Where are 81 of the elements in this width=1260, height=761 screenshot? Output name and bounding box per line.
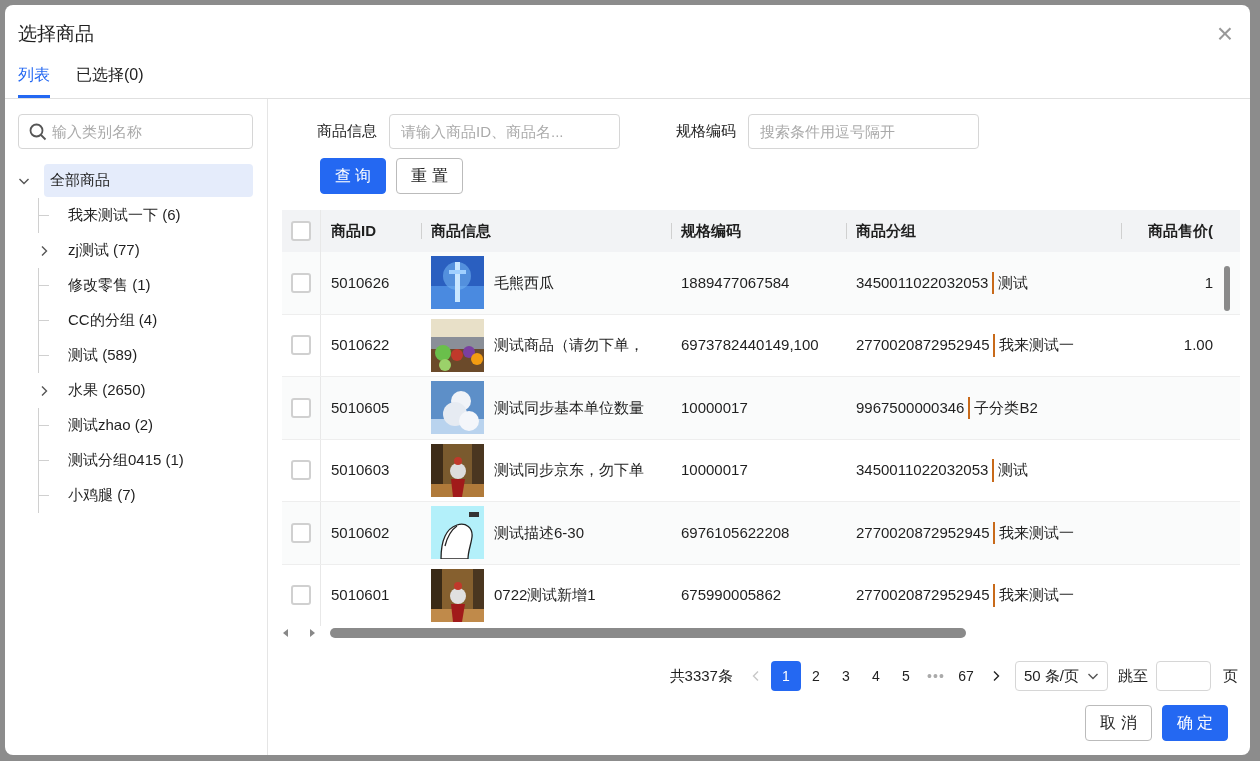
jump-label: 跳至 — [1118, 665, 1148, 686]
primary-button[interactable]: 确 定 — [1161, 705, 1228, 741]
scroll-right-icon[interactable] — [308, 628, 316, 639]
table-cell-text: 3450011022032053 — [856, 460, 989, 480]
default-button[interactable]: 重 置 — [396, 158, 463, 194]
table-cell: 我来测试一 — [993, 334, 1075, 357]
default-button[interactable]: 取 消 — [1085, 705, 1152, 741]
category-search-field[interactable]: 输入类别名称 — [18, 114, 253, 149]
table-cell-text: 测试同步基本单位数量 — [494, 397, 644, 418]
filter-label: 商品信息 — [317, 121, 377, 142]
table-cell-text: 5010626 — [331, 272, 390, 293]
table-cell-text: 10000017 — [681, 460, 748, 480]
row-checkbox[interactable] — [291, 397, 311, 418]
tree-item[interactable]: CC的分组 (4) — [62, 304, 164, 337]
page-button[interactable]: 67 — [950, 661, 981, 691]
table-cell-text: 9967500000346 — [856, 397, 965, 418]
filter-label: 规格编码 — [676, 121, 736, 142]
table-cell-text: 10000017 — [681, 397, 748, 418]
table-cell: 我来测试一 — [993, 521, 1075, 544]
row-checkbox[interactable] — [291, 585, 311, 606]
tab[interactable]: 已选择(0) — [76, 63, 144, 98]
table-cell-text: 测试同步京东，勿下单 — [494, 460, 644, 480]
tree-item[interactable]: 我来测试一下 (6) — [62, 199, 187, 232]
table-cell: 子分类B2 — [968, 396, 1038, 419]
scrollbar-thumb[interactable] — [1224, 266, 1230, 311]
tree-item[interactable]: 测试 (589) — [62, 339, 144, 372]
page-button[interactable]: 1 — [770, 661, 801, 691]
filter-input-field[interactable]: 请输入商品ID、商品名... — [389, 114, 620, 149]
tree-item[interactable]: 修改零售 (1) — [62, 269, 157, 302]
row-checkbox[interactable] — [291, 460, 311, 481]
column-header: 商品ID — [331, 220, 376, 241]
page-button[interactable]: 2 — [800, 661, 831, 691]
dialog-title: 选择商品 — [18, 21, 94, 46]
table-cell-text: 5010605 — [331, 397, 390, 418]
page-size-select[interactable]: 50 条/页 — [1014, 661, 1108, 691]
page-button[interactable]: 5 — [890, 661, 921, 691]
table-cell-text: 5010603 — [331, 460, 390, 480]
table-cell-text: 1 — [1204, 272, 1213, 293]
table-cell-text: 测试描述6-30 — [494, 522, 585, 543]
column-header: 规格编码 — [681, 220, 741, 241]
table-cell-text: 毛熊西瓜 — [494, 272, 554, 293]
tree-item[interactable]: 全部商品 — [44, 164, 253, 197]
table-cell-text: 测试商品（请勿下单， — [494, 335, 644, 355]
column-header: 商品信息 — [431, 220, 491, 241]
table-cell: 测试 — [992, 459, 1029, 482]
table-cell-text: 1.00 — [1183, 335, 1213, 355]
column-header: 商品售价( — [1148, 220, 1213, 241]
table-cell-text: 2770020872952945 — [856, 522, 990, 543]
table-cell: 测试 — [992, 271, 1029, 294]
filter-input-field[interactable]: 搜索条件用逗号隔开 — [748, 114, 979, 149]
tree-item[interactable]: 小鸡腿 (7) — [62, 479, 142, 512]
table-cell-text: 2770020872952945 — [856, 585, 990, 605]
tree-item[interactable]: zj测试 (77) — [62, 234, 146, 267]
tree-item[interactable]: 水果 (2650) — [62, 374, 152, 407]
select-all-checkbox[interactable] — [291, 221, 311, 241]
tab[interactable]: 列表 — [18, 63, 50, 98]
table-cell-text: 5010601 — [331, 585, 390, 605]
table-cell-text: 5010602 — [331, 522, 390, 543]
table-cell-text: 2770020872952945 — [856, 335, 990, 355]
table-cell: 我来测试一 — [993, 584, 1075, 607]
table-cell-text: 6976105622208 — [681, 522, 790, 543]
tree-item[interactable]: 测试zhao (2) — [62, 409, 160, 442]
table-cell-text: 5010622 — [331, 335, 390, 355]
column-header: 商品分组 — [856, 220, 916, 241]
row-checkbox[interactable] — [291, 272, 311, 293]
table-cell-text: 0722测试新增1 — [494, 585, 596, 605]
total-count: 共3337条 — [669, 665, 733, 686]
row-checkbox[interactable] — [291, 522, 311, 543]
horizontal-scrollbar-thumb[interactable] — [330, 628, 966, 639]
primary-button[interactable]: 查 询 — [320, 158, 387, 194]
row-checkbox[interactable] — [291, 335, 311, 356]
page-suffix-label: 页 — [1223, 665, 1238, 686]
table-cell-text: 1889477067584 — [681, 272, 790, 293]
table-cell-text: 6973782440149,100 — [681, 335, 819, 355]
table-cell-text: 675990005862 — [681, 585, 782, 605]
page-button[interactable]: 4 — [860, 661, 891, 691]
table-cell-text: 3450011022032053 — [856, 272, 989, 293]
scroll-left-icon[interactable] — [282, 628, 290, 639]
page-jump-field[interactable] — [1156, 661, 1211, 691]
page-button[interactable]: 3 — [830, 661, 861, 691]
tree-item[interactable]: 测试分组0415 (1) — [62, 444, 190, 477]
